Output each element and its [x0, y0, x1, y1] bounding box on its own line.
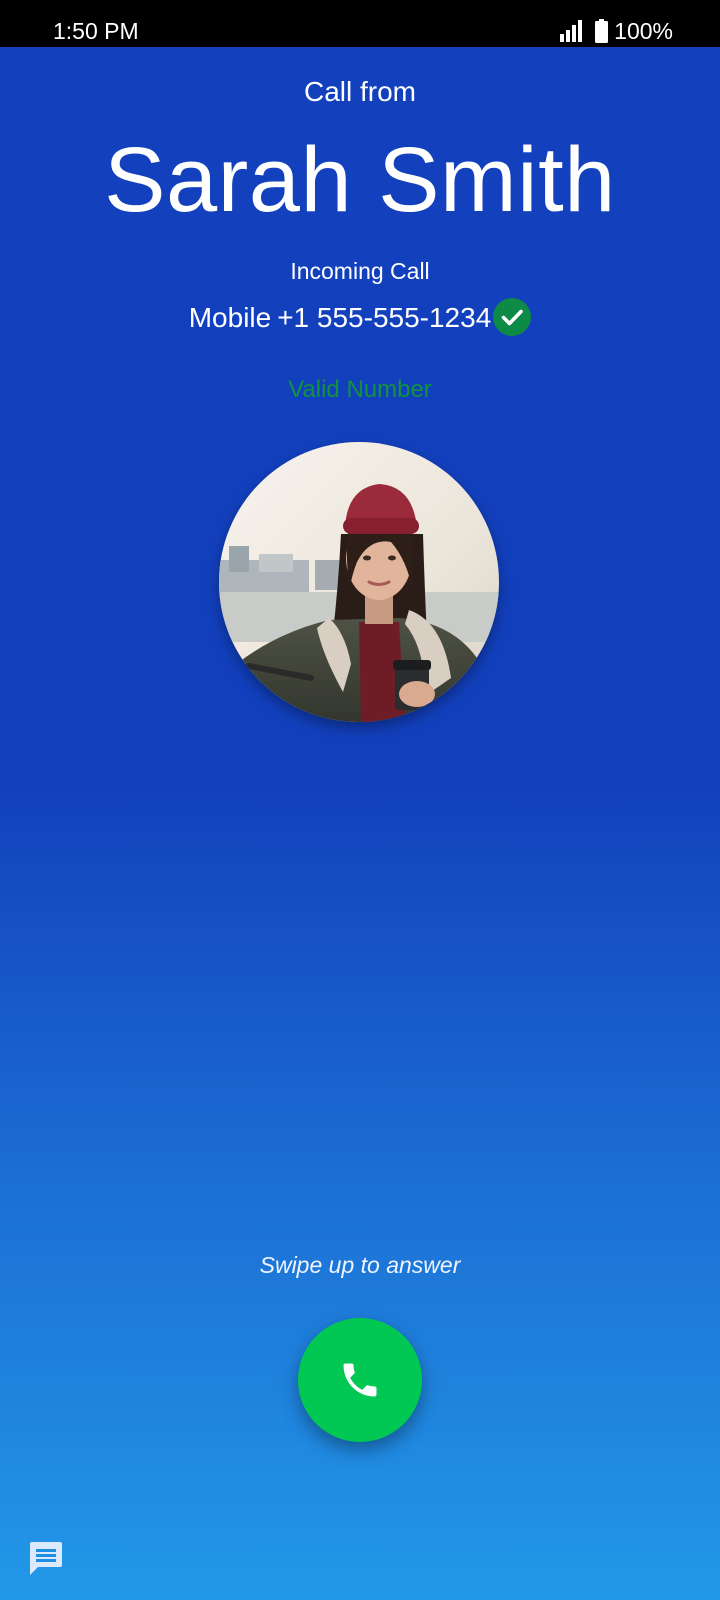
verification-status: Valid Number — [288, 376, 432, 403]
caller-name: Sarah Smith — [104, 129, 616, 231]
call-from-label: Call from — [303, 76, 416, 107]
caller-number: +1 555-555-1234 — [277, 302, 492, 333]
battery-percent: 100% — [614, 18, 673, 44]
check-circle-icon — [493, 298, 532, 336]
signal-icon — [560, 20, 583, 42]
reply-with-message-button[interactable] — [24, 1536, 68, 1580]
caller-number-row: Mobile +1 555-555-1234 — [0, 298, 720, 338]
battery-icon — [595, 19, 609, 43]
status-bar: 1:50 PM 100% — [0, 0, 720, 47]
message-icon — [30, 1542, 62, 1575]
contact-photo-image — [219, 442, 499, 722]
incoming-call-screen: 1:50 PM 100% Call from Sarah Smith Incom… — [0, 0, 720, 1600]
call-state: Incoming Call — [290, 258, 430, 284]
status-icons: 100% — [559, 16, 673, 46]
status-time: 1:50 PM — [53, 18, 139, 44]
answer-call-button[interactable] — [298, 1318, 422, 1442]
swipe-hint: Swipe up to answer — [259, 1252, 461, 1278]
contact-photo — [219, 442, 499, 722]
number-type-label: Mobile — [188, 302, 272, 333]
phone-icon — [343, 1363, 377, 1397]
